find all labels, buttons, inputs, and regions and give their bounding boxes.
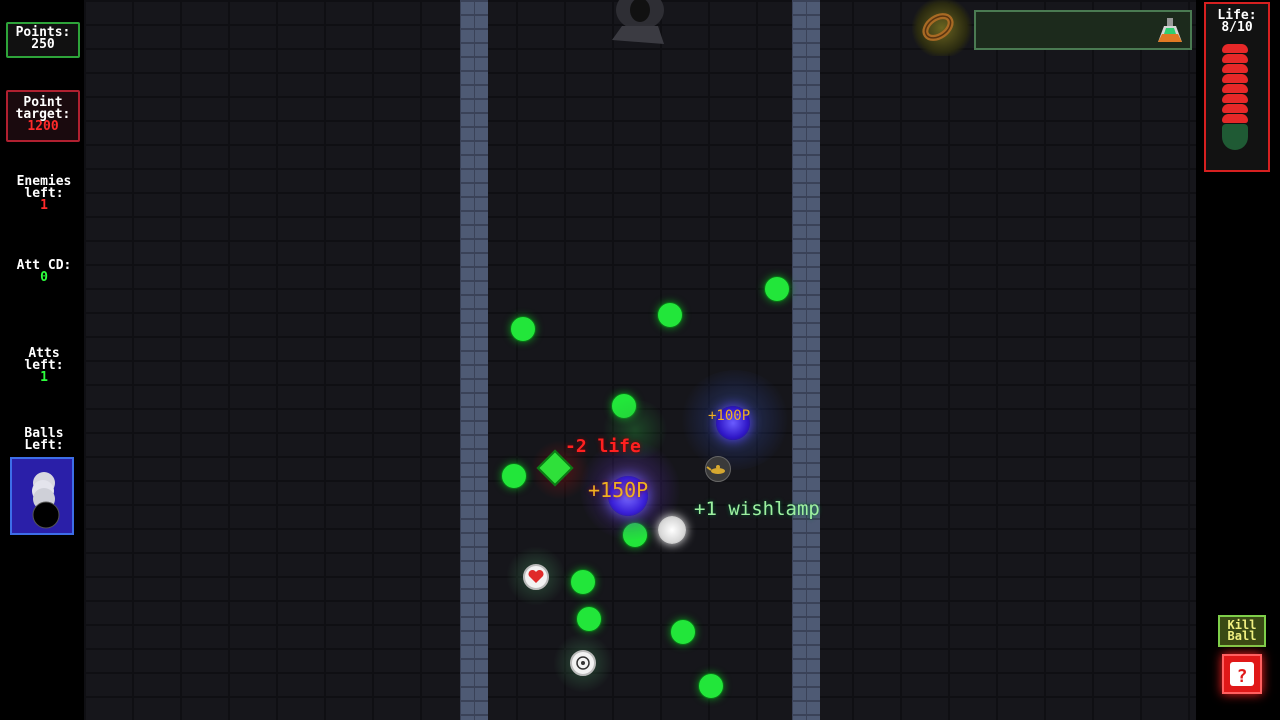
heart-pickup: [523, 564, 549, 590]
svg-text:?: ?: [1237, 666, 1248, 687]
stone-pillar-left: [460, 0, 488, 720]
points-box: Points: 250: [6, 22, 80, 58]
item-gain-text: +1 wishlamp: [694, 498, 820, 520]
point-target-box: Point target: 1200: [6, 90, 80, 142]
heart-icon: [1222, 54, 1248, 63]
green-peg: [670, 619, 696, 645]
play-field[interactable]: [84, 0, 1196, 720]
green-peg: [764, 276, 790, 302]
green-peg: [510, 316, 536, 342]
heart-icon: [528, 569, 544, 583]
heart-icon: [1222, 64, 1248, 73]
balls-stack-icon: [32, 472, 60, 529]
potion-icon[interactable]: [1152, 12, 1188, 48]
heart-icon: [1222, 104, 1248, 113]
bracelet-icon: [922, 13, 954, 41]
green-peg: [501, 463, 527, 489]
kill-ball-button[interactable]: Kill Ball: [1218, 615, 1266, 647]
life-panel: Life: 8/10: [1204, 2, 1270, 172]
attacks-left-value: 1: [40, 370, 48, 385]
green-peg: [698, 673, 724, 699]
wishlamp-icon: [706, 465, 725, 474]
heart-empty-icon: [1222, 124, 1248, 150]
points-gain-text: +100P: [708, 408, 751, 424]
attack-cooldown-value: 0: [40, 270, 48, 285]
ball-pickup: [570, 650, 596, 676]
inventory-slot-bracelet[interactable]: [912, 0, 972, 56]
heart-icon: [1222, 84, 1248, 93]
points-value: 250: [31, 37, 55, 52]
ball-icon: [576, 656, 590, 670]
enemies-left-stat: Enemies left: 1: [0, 175, 88, 213]
attacks-left-stat: Atts left: 1: [0, 347, 88, 385]
attack-cooldown-stat: Att CD: 0: [0, 259, 88, 285]
point-target-value: 1200: [27, 119, 59, 134]
question-icon: ?: [1230, 662, 1254, 687]
life-hearts: [1222, 44, 1252, 151]
green-peg: [570, 569, 596, 595]
heart-icon: [1222, 114, 1248, 123]
player-ball: [658, 516, 686, 544]
life-loss-text: -2 life: [565, 436, 641, 457]
heart-icon: [1222, 44, 1248, 53]
kill-ball-label-2: Ball: [1227, 629, 1257, 643]
help-button[interactable]: ?: [1222, 654, 1262, 694]
points-gain-text: +150P: [588, 478, 649, 502]
heart-icon: [1222, 94, 1248, 103]
stone-pillar-right: [792, 0, 820, 720]
green-peg: [657, 302, 683, 328]
enemies-left-value: 1: [40, 198, 48, 213]
inventory-bar: [974, 10, 1192, 50]
heart-icon: [1222, 74, 1248, 83]
balls-left-stat: Balls Left:: [0, 427, 88, 453]
balls-left-panel: [10, 457, 74, 535]
wishlamp-pickup: [705, 456, 731, 482]
green-peg: [576, 606, 602, 632]
cannon-launcher: [612, 0, 664, 44]
balls-left-label-2: Left:: [24, 438, 64, 453]
left-hud: Points: 250 Point target: 1200 Enemies l…: [0, 0, 84, 720]
life-value: 8/10: [1221, 20, 1253, 35]
